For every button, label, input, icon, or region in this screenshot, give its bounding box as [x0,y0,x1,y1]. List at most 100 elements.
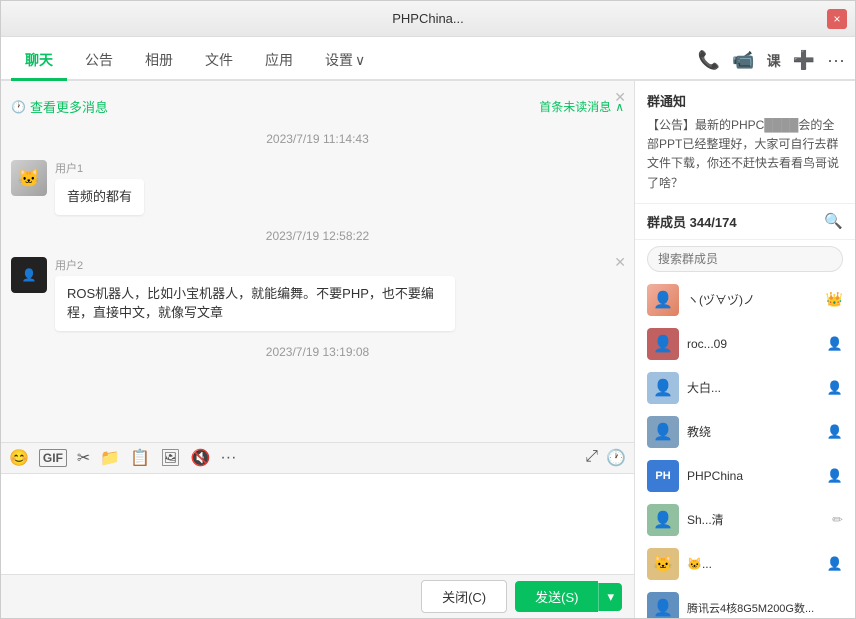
history-icon[interactable]: 🕐 [606,448,626,468]
messages-list: 查看更多消息 首条未读消息 ∧ 2023/7/19 11:14:43 🐱 用户1 [1,81,634,442]
member-role-none: 👤 [827,424,843,440]
message-content: 用户1 音频的都有 [55,160,144,215]
voice-call-icon[interactable]: 📞 [698,50,720,71]
nav-tabs: 聊天 公告 相册 文件 应用 设置 ∨ 📞 📹 课 ➕ ··· [1,37,855,81]
video-call-icon[interactable]: 📹 [732,50,754,71]
timestamp-1: 2023/7/19 11:14:43 [11,126,624,152]
message-bubble: 音频的都有 [55,179,144,215]
close-button[interactable]: 关闭(C) [421,580,507,613]
tab-notice[interactable]: 公告 [71,42,127,81]
member-avatar: 🐱 [647,548,679,580]
group-notice: 群通知 【公告】最新的PHPC████会的全部PPT已经整理好，大家可自行去群文… [635,81,855,204]
expand-icon[interactable]: ⤢ [585,448,598,468]
emoji-icon[interactable]: 😊 [9,448,29,468]
send-button[interactable]: 发送(S) [515,581,598,612]
tab-chat[interactable]: 聊天 [11,42,67,81]
folder-icon[interactable]: 📁 [100,448,120,468]
messages-close-icon[interactable]: ✕ [614,89,626,106]
member-avatar: 👤 [647,504,679,536]
bottom-bar: 关闭(C) 发送(S) ▾ [1,574,634,618]
member-avatar: 👤 [647,372,679,404]
group-notice-content: 【公告】最新的PHPC████会的全部PPT已经整理好，大家可自行去群文件下载，… [647,116,843,193]
input-area [1,474,634,574]
member-item[interactable]: 👤 腾讯云4核8G5M200G数... [635,586,855,618]
admin-icon: 👑 [826,291,843,308]
gif-icon[interactable]: GIF [39,449,67,467]
member-role-none: 👤 [827,556,843,572]
message-row: 👤 用户2 ROS机器人，比如小宝机器人，就能编舞。不要PHP，也不要编程，直接… [11,257,624,331]
chevron-down-icon: ∨ [355,52,365,69]
member-item[interactable]: PH PHPChina 👤 [635,454,855,498]
edit-icon: ✏ [832,512,843,528]
main-window: PHPChina... × 聊天 公告 相册 文件 应用 设置 ∨ 📞 📹 课 … [0,0,856,619]
member-name: Sh...清 [687,511,824,528]
lesson-icon[interactable]: 课 [767,51,781,71]
add-icon[interactable]: ➕ [793,50,815,71]
timestamp-3: 2023/7/19 13:19:08 [11,339,624,365]
avatar: 👤 [11,257,47,293]
member-avatar: 👤 [647,284,679,316]
member-avatar: 👤 [647,416,679,448]
group-notice-title: 群通知 [647,91,843,110]
group-members-header: 群成员 344/174 🔍 [635,204,855,240]
tab-files[interactable]: 文件 [191,42,247,81]
message-bubble: ROS机器人，比如小宝机器人，就能编舞。不要PHP，也不要编程，直接中文，就像写… [55,276,455,331]
timestamp-2: 2023/7/19 12:58:22 [11,223,624,249]
group-members-title: 群成员 344/174 [647,212,737,231]
sender-name: 用户2 [55,257,455,273]
member-search-input[interactable] [647,246,843,272]
image-icon[interactable]: 🖼 [160,448,180,468]
member-name: roc...09 [687,337,819,351]
member-item[interactable]: 👤 Sh...清 ✏ [635,498,855,542]
sender-name: 用户1 [55,160,144,176]
member-name: ヽ(ヅ∀ヅ)ノ [687,291,818,308]
load-more-link[interactable]: 查看更多消息 [11,97,108,116]
member-item[interactable]: 👤 大白... 👤 [635,366,855,410]
messages-close2-icon[interactable]: ✕ [614,254,626,271]
tab-album[interactable]: 相册 [131,42,187,81]
member-role-none: 👤 [827,336,843,352]
chat-area: 查看更多消息 首条未读消息 ∧ 2023/7/19 11:14:43 🐱 用户1 [1,81,635,618]
send-button-group: 发送(S) ▾ [515,581,622,612]
window-title: PHPChina... [392,11,464,26]
member-avatar: PH [647,460,679,492]
member-name: PHPChina [687,469,819,483]
messages-wrapper: 查看更多消息 首条未读消息 ∧ 2023/7/19 11:14:43 🐱 用户1 [1,81,634,442]
member-name: 教绕 [687,423,819,440]
right-panel: 群通知 【公告】最新的PHPC████会的全部PPT已经整理好，大家可自行去群文… [635,81,855,618]
member-item[interactable]: 👤 roc...09 👤 [635,322,855,366]
member-role-none: 👤 [827,380,843,396]
avatar: 🐱 [11,160,47,196]
main-content: 查看更多消息 首条未读消息 ∧ 2023/7/19 11:14:43 🐱 用户1 [1,81,855,618]
load-more-bar: 查看更多消息 首条未读消息 ∧ [11,91,624,126]
mute-icon[interactable]: 🔇 [190,448,210,468]
message-row: 🐱 用户1 音频的都有 [11,160,624,215]
send-options-button[interactable]: ▾ [598,583,622,611]
member-search-icon[interactable]: 🔍 [824,212,843,230]
member-name: 腾讯云4核8G5M200G数... [687,600,843,616]
input-toolbar: 😊 GIF ✂ 📁 📋 🖼 🔇 ··· ⤢ 🕐 [1,442,634,474]
member-role-none: 👤 [827,468,843,484]
first-unread-label[interactable]: 首条未读消息 [539,98,611,115]
member-item[interactable]: 👤 ヽ(ヅ∀ヅ)ノ 👑 [635,278,855,322]
toolbar-right: ⤢ 🕐 [585,448,626,468]
member-list: 👤 ヽ(ヅ∀ヅ)ノ 👑 👤 roc...09 👤 👤 大白... [635,278,855,618]
member-item[interactable]: 👤 教绕 👤 [635,410,855,454]
member-name: 大白... [687,379,819,396]
group-members: 群成员 344/174 🔍 👤 ヽ(ヅ∀ヅ)ノ 👑 👤 [635,204,855,618]
tab-apps[interactable]: 应用 [251,42,307,81]
scissor-icon[interactable]: ✂ [77,448,90,468]
message-input[interactable] [11,480,624,560]
more-icon[interactable]: ··· [827,50,845,71]
member-avatar: 👤 [647,592,679,618]
tab-settings[interactable]: 设置 ∨ [311,42,379,81]
close-window-button[interactable]: × [827,9,847,29]
nav-right-icons: 📞 📹 课 ➕ ··· [698,50,845,79]
clipboard-icon[interactable]: 📋 [130,448,150,468]
member-name: 🐱... [687,557,819,571]
message-content: 用户2 ROS机器人，比如小宝机器人，就能编舞。不要PHP，也不要编程，直接中文… [55,257,455,331]
more-tools-icon[interactable]: ··· [220,449,236,467]
member-item[interactable]: 🐱 🐱... 👤 [635,542,855,586]
member-search-area [635,240,855,278]
titlebar: PHPChina... × [1,1,855,37]
